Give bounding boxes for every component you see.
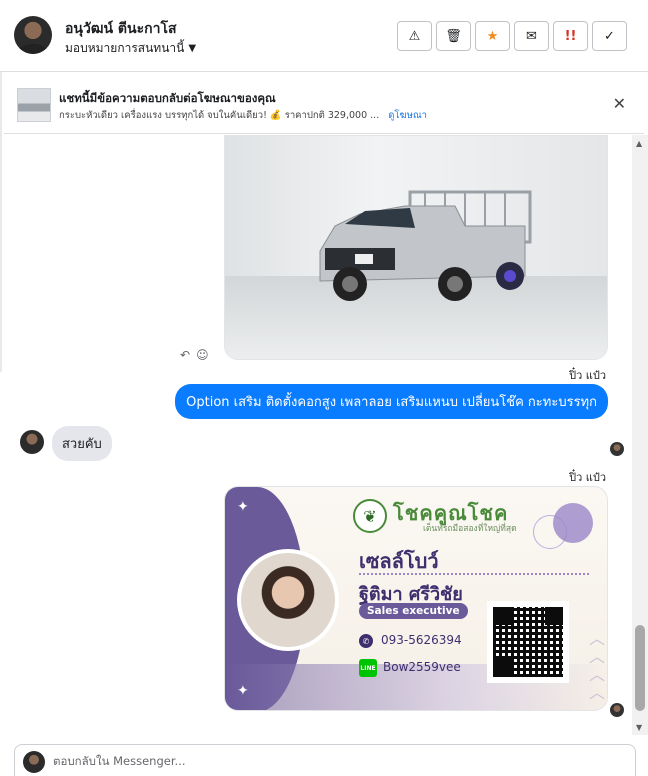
assign-conversation-dropdown[interactable]: มอบหมายการสนทนานี้ ▼ — [65, 39, 196, 58]
follow-up-button[interactable]: !! — [553, 21, 588, 51]
read-receipt-avatar — [610, 442, 624, 456]
close-icon[interactable]: ✕ — [613, 94, 626, 113]
ad-banner-title: แชทนี้มีข้อความตอบกลับต่อโฆษณาของคุณ — [59, 91, 276, 105]
card-brand-tagline: เต็นท์รถมือสองที่ใหญ่ที่สุด — [423, 524, 517, 534]
truck-photo-message[interactable] — [224, 135, 608, 360]
incoming-message[interactable]: สวยคับ — [52, 426, 112, 461]
ad-banner-subtitle: กระบะหัวเดียว เครื่องแรง บรรทุกได้ จบในค… — [59, 108, 427, 123]
exclamation-icon: !! — [564, 28, 577, 44]
emoji-react-icon[interactable]: ☺ — [196, 348, 209, 362]
ad-thumbnail[interactable] — [17, 88, 51, 122]
contact-name[interactable]: อนุวัฒน์ ตีนะกาโส — [65, 18, 177, 40]
card-role-badge: Sales executive — [359, 603, 468, 619]
warning-icon: ⚠ — [408, 28, 421, 44]
assign-label: มอบหมายการสนทนานี้ — [65, 41, 185, 55]
salesperson-photo — [237, 549, 339, 651]
brand-logo-icon: ❦ — [353, 499, 387, 533]
chevron-up-icon: ︿ — [588, 683, 605, 702]
scroll-thumb[interactable] — [635, 625, 645, 711]
sparkle-icon: ✦ — [237, 683, 249, 699]
sparkle-icon: ✦ — [237, 499, 249, 515]
check-icon: ✓ — [604, 28, 615, 44]
view-ad-link[interactable]: ดูโฆษณา — [388, 110, 427, 121]
decor-circle — [553, 503, 593, 543]
message-thread: ↶ ☺ ปิ๋ว แป๋ว Option เสริม ติดตั้งคอกสูง… — [0, 135, 632, 735]
phone-icon: ✆ — [359, 634, 373, 648]
card-phone: 093-5626394 — [381, 633, 462, 647]
page-avatar — [23, 751, 45, 773]
line-app-icon: LINE — [359, 659, 377, 677]
contact-avatar-small — [20, 430, 44, 454]
message-actions: ↶ ☺ — [180, 348, 209, 362]
business-card-image-message[interactable]: ✦ ✦ ❦ โชคคูณโชค เต็นท์รถมือสองที่ใหญ่ที่… — [224, 486, 608, 711]
seen-by-label: ปิ๋ว แป๋ว — [569, 471, 606, 484]
delete-button[interactable]: 🗑 — [436, 21, 471, 51]
card-line-id: Bow2559vee — [383, 660, 461, 674]
star-button[interactable]: ★ — [475, 21, 510, 51]
mark-done-button[interactable]: ✓ — [592, 21, 627, 51]
scroll-up-icon[interactable]: ▲ — [636, 139, 642, 148]
mark-unread-button[interactable]: ✉ — [514, 21, 549, 51]
thread-scrollbar[interactable]: ▲ ▼ — [632, 135, 648, 735]
conversation-header: อนุวัฒน์ ตีนะกาโส มอบหมายการสนทนานี้ ▼ ⚠… — [0, 0, 648, 72]
qr-code — [487, 601, 569, 683]
reply-input[interactable] — [53, 754, 613, 768]
message-composer — [14, 744, 636, 776]
caret-down-icon: ▼ — [188, 43, 197, 54]
outgoing-message[interactable]: Option เสริม ติดตั้งคอกสูง เพลาลอย เสริม… — [175, 384, 608, 419]
scroll-down-icon[interactable]: ▼ — [636, 723, 642, 732]
pickup-truck-image — [319, 190, 532, 301]
spam-button[interactable]: ⚠ — [397, 21, 432, 51]
read-receipt-avatar — [610, 703, 624, 717]
conversation-toolbar: ⚠ 🗑 ★ ✉ !! ✓ — [397, 21, 627, 51]
card-dotted-divider — [359, 573, 589, 575]
ad-description: กระบะหัวเดียว เครื่องแรง บรรทุกได้ จบในค… — [59, 110, 380, 121]
seen-by-label: ปิ๋ว แป๋ว — [569, 369, 606, 382]
envelope-icon: ✉ — [526, 28, 537, 44]
trash-icon: 🗑 — [445, 28, 462, 44]
star-icon: ★ — [486, 28, 499, 44]
contact-avatar[interactable] — [14, 16, 52, 54]
ad-reply-banner: แชทนี้มีข้อความตอบกลับต่อโฆษณาของคุณ กระ… — [4, 78, 644, 134]
reply-icon[interactable]: ↶ — [180, 348, 190, 362]
